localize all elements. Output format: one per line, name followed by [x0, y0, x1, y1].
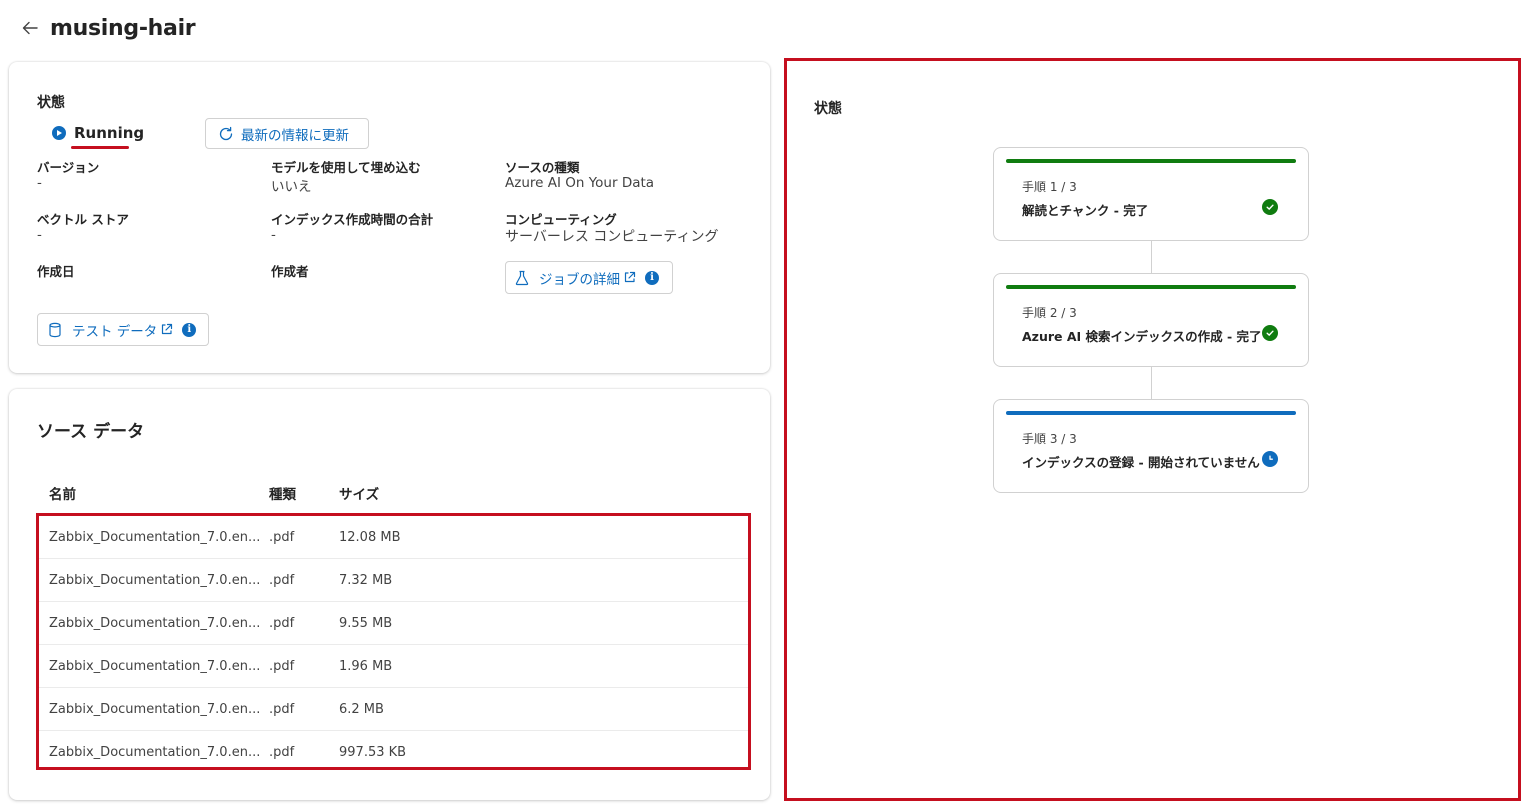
refresh-button[interactable]: 最新の情報に更新	[205, 118, 369, 149]
file-name: Zabbix_Documentation_7.0.en...	[49, 573, 261, 588]
source-data-card: ソース データ 名前 種類 サイズ Zabbix_Documentation_7…	[9, 389, 770, 800]
status-panel: 状態 手順 1 / 3 解読とチャンク - 完了 手順 2 / 3 Azure …	[784, 58, 1521, 801]
step-connector	[1151, 367, 1152, 399]
refresh-button-label: 最新の情報に更新	[241, 127, 349, 144]
created-date-label: 作成日	[37, 264, 75, 279]
version-value: -	[37, 175, 42, 191]
file-size: 9.55 MB	[339, 616, 393, 631]
step-number: 手順 3 / 3	[1022, 432, 1077, 446]
file-size: 1.96 MB	[339, 659, 393, 674]
step-progress-bar	[1006, 159, 1296, 163]
file-type: .pdf	[269, 745, 295, 760]
file-name: Zabbix_Documentation_7.0.en...	[49, 659, 261, 674]
play-circle-icon	[52, 126, 66, 140]
check-circle-icon	[1262, 325, 1278, 341]
file-type: .pdf	[269, 702, 295, 717]
step-card-1: 手順 1 / 3 解読とチャンク - 完了	[993, 147, 1309, 241]
run-status-highlight	[71, 146, 129, 149]
file-type: .pdf	[269, 616, 295, 631]
run-status-text: Running	[74, 124, 145, 142]
info-icon[interactable]: i	[645, 270, 659, 285]
file-name: Zabbix_Documentation_7.0.en...	[49, 745, 261, 760]
source-type-label: ソースの種類	[505, 160, 580, 175]
column-header-name: 名前	[49, 487, 76, 503]
vector-store-value: -	[37, 227, 42, 243]
status-panel-title: 状態	[814, 101, 842, 117]
step-title: 解読とチャンク - 完了	[1022, 203, 1149, 218]
job-details-button[interactable]: ジョブの詳細 i	[505, 261, 673, 294]
created-by-label: 作成者	[271, 264, 309, 279]
source-data-title: ソース データ	[37, 422, 145, 442]
job-details-label: ジョブの詳細	[539, 271, 620, 288]
source-rows-highlight: Zabbix_Documentation_7.0.en... .pdf 12.0…	[36, 513, 751, 770]
refresh-icon	[218, 126, 234, 142]
file-name: Zabbix_Documentation_7.0.en...	[49, 616, 261, 631]
status-card: 状態 Running 最新の情報に更新 バージョン - モデルを使用して埋め込む…	[9, 62, 770, 373]
page-header: musing-hair	[18, 12, 196, 44]
file-size: 997.53 KB	[339, 745, 407, 760]
file-name: Zabbix_Documentation_7.0.en...	[49, 702, 261, 717]
file-type: .pdf	[269, 530, 295, 545]
source-type-value: Azure AI On Your Data	[505, 175, 655, 191]
file-size: 7.32 MB	[339, 573, 393, 588]
embed-model-label: モデルを使用して埋め込む	[271, 160, 421, 175]
step-number: 手順 1 / 3	[1022, 180, 1077, 194]
file-type: .pdf	[269, 659, 295, 674]
column-header-type: 種類	[269, 487, 296, 503]
column-header-size: サイズ	[339, 487, 380, 503]
step-title: インデックスの登録 - 開始されていません	[1022, 455, 1260, 470]
table-row[interactable]: Zabbix_Documentation_7.0.en... .pdf 6.2 …	[39, 688, 748, 731]
clock-icon	[1262, 451, 1278, 467]
vector-store-label: ベクトル ストア	[37, 212, 129, 227]
table-row[interactable]: Zabbix_Documentation_7.0.en... .pdf 997.…	[39, 731, 748, 774]
status-section-label: 状態	[37, 95, 65, 111]
external-link-icon	[160, 323, 173, 336]
embed-model-value: いいえ	[271, 179, 312, 195]
step-title: Azure AI 検索インデックスの作成 - 完了	[1022, 329, 1262, 344]
file-name: Zabbix_Documentation_7.0.en...	[49, 530, 261, 545]
run-status: Running	[52, 124, 144, 142]
table-row[interactable]: Zabbix_Documentation_7.0.en... .pdf 9.55…	[39, 602, 748, 645]
step-progress-bar	[1006, 411, 1296, 415]
check-circle-icon	[1262, 199, 1278, 215]
file-size: 12.08 MB	[339, 530, 401, 545]
page-title: musing-hair	[50, 15, 196, 41]
flask-icon	[515, 270, 529, 286]
step-progress-bar	[1006, 285, 1296, 289]
index-time-label: インデックス作成時間の合計	[271, 212, 434, 227]
table-row[interactable]: Zabbix_Documentation_7.0.en... .pdf 1.96…	[39, 645, 748, 688]
table-row[interactable]: Zabbix_Documentation_7.0.en... .pdf 12.0…	[39, 516, 748, 559]
step-card-3: 手順 3 / 3 インデックスの登録 - 開始されていません	[993, 399, 1309, 493]
test-data-button[interactable]: テスト データ i	[37, 313, 209, 346]
test-data-label: テスト データ	[72, 323, 158, 340]
database-icon	[48, 322, 62, 338]
index-time-value: -	[271, 227, 276, 243]
back-arrow-icon[interactable]	[18, 16, 42, 40]
external-link-icon	[623, 271, 636, 284]
file-type: .pdf	[269, 573, 295, 588]
step-card-2: 手順 2 / 3 Azure AI 検索インデックスの作成 - 完了	[993, 273, 1309, 367]
file-size: 6.2 MB	[339, 702, 384, 717]
step-connector	[1151, 241, 1152, 273]
table-row[interactable]: Zabbix_Documentation_7.0.en... .pdf 7.32…	[39, 559, 748, 602]
step-number: 手順 2 / 3	[1022, 306, 1077, 320]
compute-value: サーバーレス コンピューティング	[505, 229, 719, 245]
info-icon[interactable]: i	[182, 322, 197, 337]
version-label: バージョン	[37, 160, 100, 175]
